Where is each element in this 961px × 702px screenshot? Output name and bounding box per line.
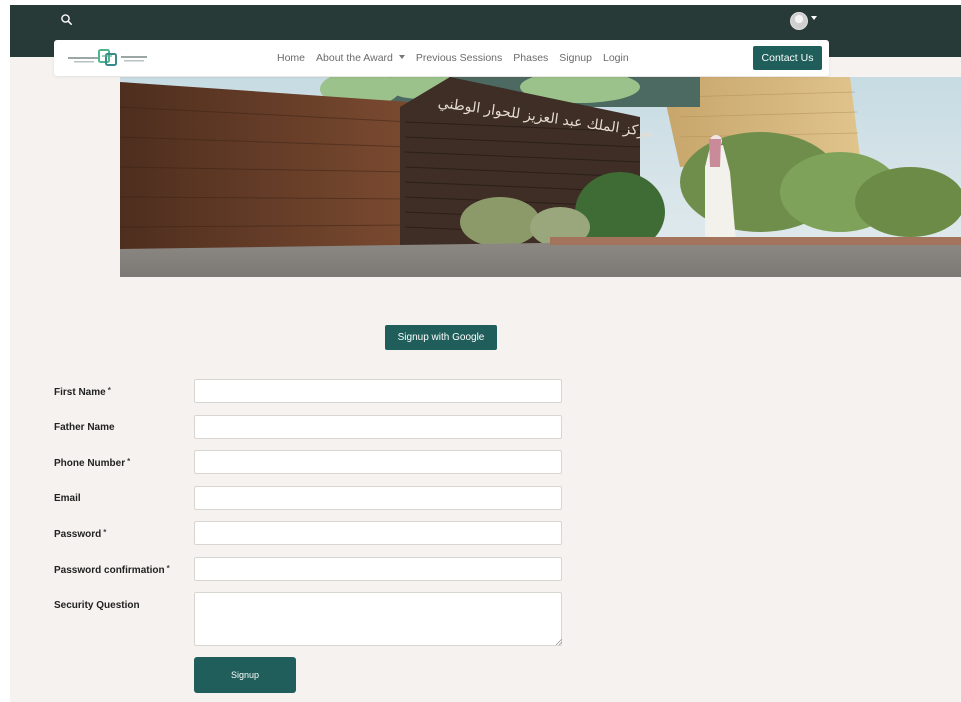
required-marker: *: [127, 457, 131, 466]
required-marker: *: [166, 564, 170, 573]
nav-home[interactable]: Home: [277, 52, 305, 64]
page-frame: Home About the Award Previous Sessions P…: [10, 5, 961, 702]
nav-about-the-award[interactable]: About the Award: [316, 52, 405, 64]
user-avatar-icon[interactable]: [790, 12, 808, 30]
nav-previous-sessions[interactable]: Previous Sessions: [416, 52, 502, 64]
password-input[interactable]: [194, 521, 562, 545]
father-name-label: Father Name: [54, 422, 115, 433]
first-name-input[interactable]: [194, 379, 562, 403]
first-name-label: First Name *: [54, 386, 111, 398]
required-marker: *: [107, 386, 111, 395]
resize-handle-icon[interactable]: [555, 638, 562, 645]
signup-with-google-button[interactable]: Signup with Google: [385, 325, 497, 350]
nav-links: Home About the Award Previous Sessions P…: [277, 40, 629, 76]
security-question-label: Security Question: [54, 600, 140, 611]
password-confirmation-input[interactable]: [194, 557, 562, 581]
required-marker: *: [103, 528, 107, 537]
nav-signup[interactable]: Signup: [559, 52, 592, 64]
father-name-input[interactable]: [194, 415, 562, 439]
phone-number-input[interactable]: [194, 450, 562, 474]
password-confirmation-label: Password confirmation *: [54, 564, 170, 576]
main-navbar: Home About the Award Previous Sessions P…: [54, 40, 829, 76]
password-label: Password *: [54, 528, 107, 540]
signup-button[interactable]: Signup: [194, 657, 296, 693]
email-label: Email: [54, 493, 81, 504]
phone-number-label: Phone Number *: [54, 457, 131, 469]
nav-login[interactable]: Login: [603, 52, 629, 64]
national-dialogue-logo[interactable]: [66, 47, 156, 69]
security-question-textarea[interactable]: [194, 592, 562, 646]
hero-image: مركز الملك عبد العزيز للحوار الوطني: [120, 77, 961, 277]
email-input[interactable]: [194, 486, 562, 510]
nav-phases[interactable]: Phases: [513, 52, 548, 64]
chevron-down-icon[interactable]: [811, 16, 817, 20]
search-icon[interactable]: [60, 13, 74, 27]
contact-us-button[interactable]: Contact Us: [753, 46, 822, 70]
